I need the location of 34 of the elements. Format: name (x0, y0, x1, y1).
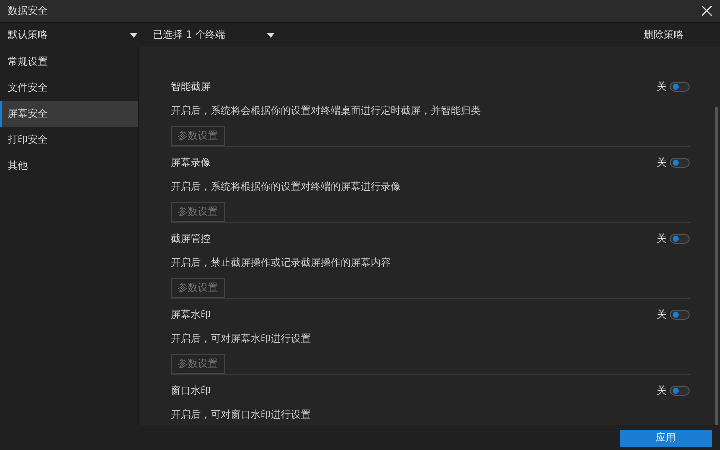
window-title: 数据安全 (8, 4, 48, 18)
switch-label: 关 (657, 384, 667, 398)
toggle-switch[interactable] (670, 82, 690, 92)
switch-label: 关 (657, 308, 667, 322)
section-title: 截屏管控 (171, 232, 211, 246)
section-description: 开启后，系统将会根据你的设置对终端桌面进行定时截屏，并智能归类 (171, 104, 482, 118)
section-description: 开启后，可对窗口水印进行设置 (171, 408, 312, 422)
sidebar-item[interactable]: 常规设置 (0, 49, 138, 75)
switch-label: 关 (657, 232, 667, 246)
section-description: 开启后，禁止截屏操作或记录截屏操作的屏幕内容 (171, 256, 392, 270)
caret-icon (130, 32, 138, 38)
section-title: 屏幕录像 (171, 156, 211, 170)
apply-button[interactable]: 应用 (620, 430, 712, 446)
terminal-dropdown[interactable]: 已选择 1 个终端 (153, 28, 275, 42)
section-title: 屏幕水印 (171, 308, 211, 322)
toggle-switch[interactable] (670, 386, 690, 396)
caret-icon (267, 32, 275, 38)
section-description: 开启后，系统将根据你的设置对终端的屏幕进行录像 (171, 180, 402, 194)
delete-policy-button[interactable]: 删除策略 (638, 27, 690, 43)
switch-label: 关 (657, 80, 667, 94)
policy-dropdown[interactable]: 默认策略 (8, 28, 138, 42)
sidebar-item[interactable]: 其他 (0, 153, 138, 179)
section-title: 窗口水印 (171, 384, 211, 398)
toggle-switch[interactable] (670, 310, 690, 320)
close-icon[interactable] (702, 6, 712, 16)
section-description: 开启后，可对屏幕水印进行设置 (171, 332, 312, 346)
toggle-switch[interactable] (670, 158, 690, 168)
sidebar-item[interactable]: 屏幕安全 (0, 101, 138, 127)
scrollbar-thumb[interactable] (715, 107, 718, 425)
sidebar-item[interactable]: 打印安全 (0, 127, 138, 153)
section-title: 智能截屏 (171, 80, 211, 94)
toggle-switch[interactable] (670, 234, 690, 244)
sidebar-item[interactable]: 文件安全 (0, 75, 138, 101)
switch-label: 关 (657, 156, 667, 170)
